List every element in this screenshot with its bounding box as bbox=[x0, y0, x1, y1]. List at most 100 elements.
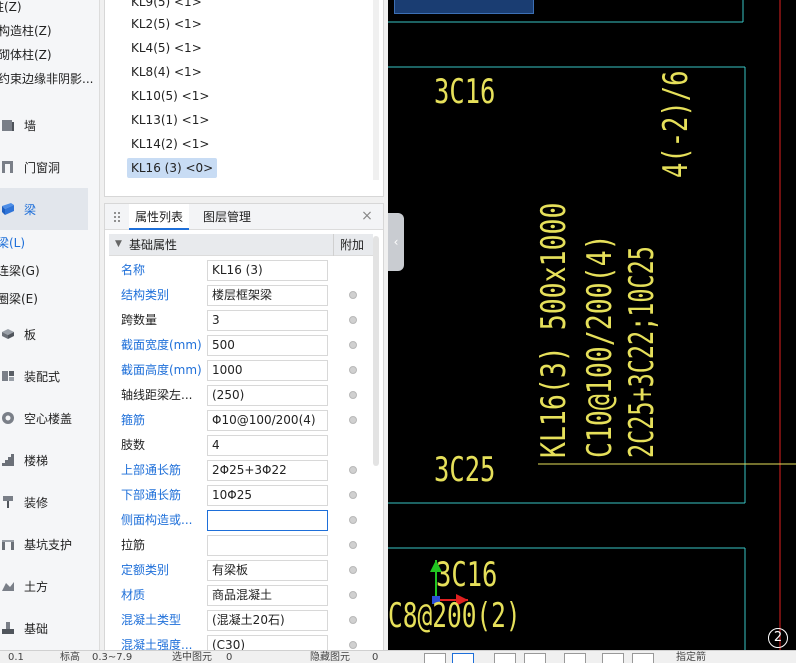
nav-item-wall[interactable]: 墙 bbox=[0, 104, 88, 146]
property-row[interactable]: 肢数 4 bbox=[109, 433, 373, 458]
list-item-selected[interactable]: KL16 (3) <0> bbox=[127, 158, 218, 178]
cad-text-3c25: 3C25 bbox=[434, 450, 496, 490]
property-value-field[interactable]: 500 bbox=[207, 335, 328, 356]
nav-item-beam[interactable]: 梁 bbox=[0, 188, 88, 230]
property-value-field[interactable]: 商品混凝土 bbox=[207, 585, 328, 606]
extra-checkbox-icon[interactable] bbox=[349, 491, 357, 499]
extra-checkbox-icon[interactable] bbox=[349, 566, 357, 574]
extra-checkbox-icon[interactable] bbox=[349, 516, 357, 524]
list-item[interactable]: KL9(5) <1> bbox=[127, 0, 206, 12]
property-section-header[interactable]: ▼ 基础属性 附加 bbox=[109, 234, 373, 256]
property-value-field[interactable]: KL16 (3) bbox=[207, 260, 328, 281]
nav-child-link-beam[interactable]: 连梁(G) bbox=[0, 257, 40, 285]
property-row[interactable]: 定额类别 有梁板 bbox=[109, 558, 373, 583]
snap-rect-button[interactable] bbox=[632, 653, 654, 663]
column-subitems: 柱(Z) 构造柱(Z) 砌体柱(Z) 约束边缘非阴影... bbox=[0, 0, 99, 91]
tab-property-list[interactable]: 属性列表 bbox=[129, 204, 190, 230]
property-row[interactable]: 结构类别 楼层框架梁 bbox=[109, 283, 373, 308]
nav-item-stair[interactable]: 楼梯 bbox=[0, 439, 88, 481]
collapse-panel-handle[interactable]: ‹ bbox=[388, 213, 404, 271]
nav-item-earthwork[interactable]: 土方 bbox=[0, 565, 88, 607]
nav-item-foundation[interactable]: 基础 bbox=[0, 607, 88, 649]
view-number-badge[interactable]: 2 bbox=[768, 628, 788, 648]
close-icon[interactable]: × bbox=[359, 208, 375, 224]
property-row[interactable]: 名称 KL16 (3) bbox=[109, 258, 373, 283]
nav-item-label: 门窗洞 bbox=[24, 160, 61, 175]
property-row[interactable]: 下部通长筋 10Φ25 bbox=[109, 483, 373, 508]
nav-item-prefab[interactable]: 装配式 bbox=[0, 355, 88, 397]
property-row[interactable]: 上部通长筋 2Φ25+3Φ22 bbox=[109, 458, 373, 483]
property-value-field[interactable]: 楼层框架梁 bbox=[207, 285, 328, 306]
property-value-field[interactable]: 2Φ25+3Φ22 bbox=[207, 460, 328, 481]
status-hidden-value: 0 bbox=[372, 652, 379, 663]
property-row[interactable]: 跨数量 3 bbox=[109, 308, 373, 333]
property-panel: 属性列表 图层管理 × ▼ 基础属性 附加 名称 KL16 (3) 结构类别 楼层框架… bbox=[104, 203, 384, 663]
property-name: 跨数量 bbox=[121, 313, 158, 327]
status-snap-label[interactable]: 指定箭 bbox=[676, 651, 706, 663]
extra-checkbox-icon[interactable] bbox=[349, 616, 357, 624]
nav-item-pit-support[interactable]: 基坑支护 bbox=[0, 523, 88, 565]
extra-checkbox-icon[interactable] bbox=[349, 641, 357, 649]
property-value-field[interactable]: Φ10@100/200(4) bbox=[207, 410, 328, 431]
property-value-field[interactable]: 有梁板 bbox=[207, 560, 328, 581]
nav-item-hollow-floor[interactable]: 空心楼盖 bbox=[0, 397, 88, 439]
drag-grip-icon[interactable] bbox=[113, 211, 121, 223]
extra-checkbox-icon[interactable] bbox=[349, 466, 357, 474]
nav-subitem-edge-column[interactable]: 约束边缘非阴影... bbox=[0, 67, 99, 91]
extra-checkbox-icon[interactable] bbox=[349, 366, 357, 374]
property-value-field[interactable]: (250) bbox=[207, 385, 328, 406]
nav-item-door-window[interactable]: 门窗洞 bbox=[0, 146, 88, 188]
nav-child-ring-beam[interactable]: 圈梁(E) bbox=[0, 285, 38, 313]
snap-endpoint-button[interactable] bbox=[424, 653, 446, 663]
list-item[interactable]: KL8(4) <1> bbox=[127, 62, 206, 82]
nav-item-slab[interactable]: 板 bbox=[0, 313, 88, 355]
property-row[interactable]: 混凝土类型 (混凝土20石) bbox=[109, 608, 373, 633]
snap-box-button[interactable] bbox=[602, 653, 624, 663]
snap-cross-button[interactable] bbox=[494, 653, 516, 663]
extra-checkbox-icon[interactable] bbox=[349, 341, 357, 349]
property-row[interactable]: 侧面构造或... bbox=[109, 508, 373, 533]
property-value-field[interactable]: 3 bbox=[207, 310, 328, 331]
property-value-field[interactable]: (混凝土20石) bbox=[207, 610, 328, 631]
nav-subitem-masonry-column[interactable]: 砌体柱(Z) bbox=[0, 43, 99, 67]
list-item[interactable]: KL13(1) <1> bbox=[127, 110, 213, 130]
tab-layer-manager[interactable]: 图层管理 bbox=[197, 204, 257, 230]
property-row[interactable]: 箍筋 Φ10@100/200(4) bbox=[109, 408, 373, 433]
list-item[interactable]: KL4(5) <1> bbox=[127, 38, 206, 58]
extra-checkbox-icon[interactable] bbox=[349, 416, 357, 424]
property-scrollbar[interactable] bbox=[373, 236, 379, 466]
nav-subitem-column[interactable]: 柱(Z) bbox=[0, 0, 99, 19]
canvas-top-toolbar[interactable] bbox=[394, 0, 534, 14]
extra-checkbox-icon[interactable] bbox=[349, 316, 357, 324]
snap-plus-button[interactable] bbox=[564, 653, 586, 663]
list-item[interactable]: KL10(5) <1> bbox=[127, 86, 213, 106]
property-value-field[interactable] bbox=[207, 535, 328, 556]
list-item[interactable]: KL2(5) <1> bbox=[127, 14, 206, 34]
property-name: 轴线距梁左... bbox=[121, 388, 193, 402]
property-row[interactable]: 截面高度(mm) 1000 bbox=[109, 358, 373, 383]
nav-child-beam-l[interactable]: 梁(L) bbox=[0, 229, 25, 257]
property-value-field[interactable] bbox=[207, 510, 328, 531]
nav-subitem-construct-column[interactable]: 构造柱(Z) bbox=[0, 19, 99, 43]
property-row[interactable]: 截面宽度(mm) 500 bbox=[109, 333, 373, 358]
extra-checkbox-icon[interactable] bbox=[349, 291, 357, 299]
nav-item-decoration[interactable]: 装修 bbox=[0, 481, 88, 523]
nav-item-label: 土方 bbox=[24, 579, 49, 594]
property-name: 肢数 bbox=[121, 438, 146, 452]
property-row[interactable]: 轴线距梁左... (250) bbox=[109, 383, 373, 408]
snap-select-button[interactable] bbox=[452, 653, 474, 663]
property-row[interactable]: 材质 商品混凝土 bbox=[109, 583, 373, 608]
property-row[interactable]: 拉筋 bbox=[109, 533, 373, 558]
property-value-field[interactable]: 1000 bbox=[207, 360, 328, 381]
nav-item-label: 板 bbox=[24, 327, 37, 342]
snap-angle-button[interactable] bbox=[524, 653, 546, 663]
cad-canvas[interactable]: 3C16 4(-2)/6 KL16(3) 500x1000 C10@100/20… bbox=[388, 0, 796, 650]
extra-checkbox-icon[interactable] bbox=[349, 391, 357, 399]
list-scrollbar[interactable] bbox=[373, 0, 379, 180]
property-value-field[interactable]: 10Φ25 bbox=[207, 485, 328, 506]
extra-checkbox-icon[interactable] bbox=[349, 541, 357, 549]
list-item[interactable]: KL14(2) <1> bbox=[127, 134, 213, 154]
extra-checkbox-icon[interactable] bbox=[349, 591, 357, 599]
property-value-field[interactable]: 4 bbox=[207, 435, 328, 456]
status-selected-value: 0 bbox=[226, 652, 233, 663]
